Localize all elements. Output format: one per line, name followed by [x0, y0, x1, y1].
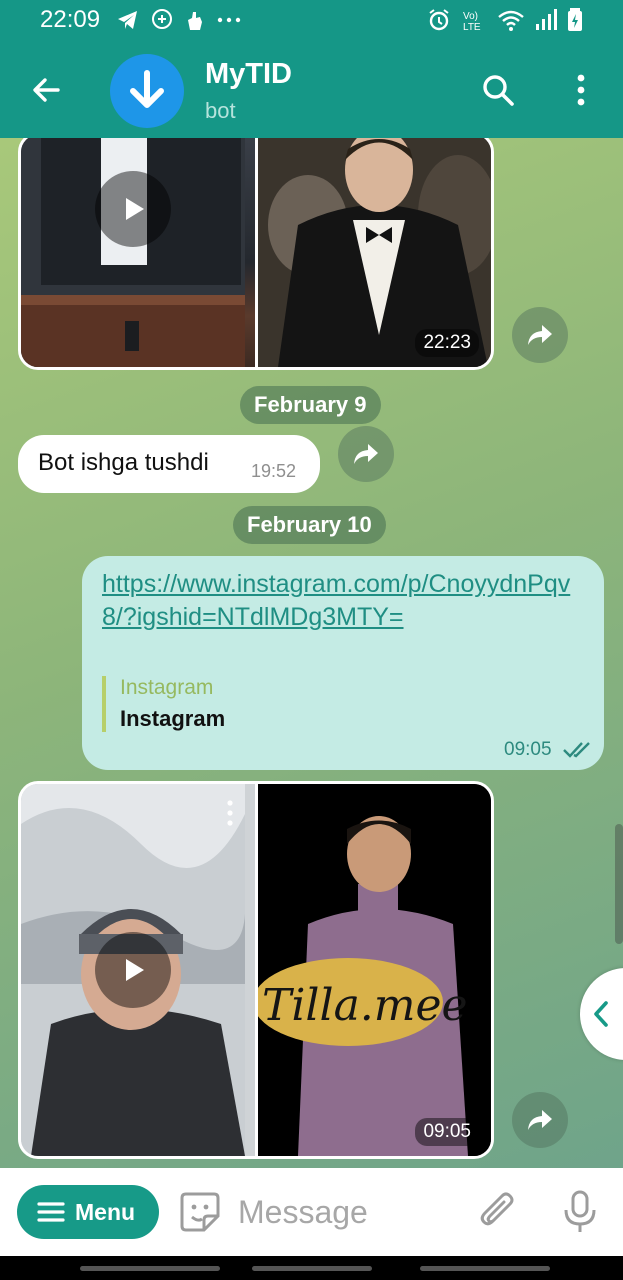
- forward-icon: [528, 1110, 552, 1130]
- chevron-left-icon: [594, 1001, 608, 1027]
- attach-icon[interactable]: [478, 1192, 518, 1237]
- more-vertical-icon[interactable]: [223, 798, 237, 828]
- media-time: 22:23: [415, 329, 479, 357]
- download-arrow-icon: [130, 70, 164, 108]
- forward-button[interactable]: [338, 426, 394, 482]
- status-time: 22:09: [40, 6, 101, 33]
- message-text: Bot ishga tushdi: [38, 449, 209, 476]
- svg-text:LTE: LTE: [463, 22, 481, 32]
- status-bar: 22:09 Vo) LTE: [0, 0, 623, 44]
- play-button[interactable]: [95, 171, 171, 247]
- message-time: 19:52: [251, 461, 297, 481]
- hamburger-icon: [37, 1202, 65, 1222]
- back-arrow-icon[interactable]: [28, 72, 64, 113]
- volte-icon: Vo)LTE: [463, 11, 481, 32]
- svg-text:Vo): Vo): [463, 11, 478, 22]
- chat-header: MyTID bot: [0, 44, 623, 138]
- forward-button[interactable]: [512, 307, 568, 363]
- play-icon: [126, 959, 144, 981]
- system-navigation-bar: [0, 1256, 623, 1280]
- menu-label: Menu: [75, 1198, 136, 1225]
- wifi-icon: [498, 10, 524, 31]
- chat-plus-icon: [152, 9, 172, 29]
- outgoing-message[interactable]: https://www.instagram.com/p/CnoyydnPqv8/…: [82, 556, 604, 770]
- message-input[interactable]: [238, 1190, 448, 1234]
- video-thumbnail[interactable]: [21, 784, 255, 1156]
- chat-subtitle: bot: [205, 98, 236, 123]
- incoming-message[interactable]: Bot ishga tushdi 19:52: [18, 435, 320, 493]
- forward-icon: [528, 325, 552, 345]
- play-icon: [126, 198, 144, 220]
- side-panel-toggle[interactable]: [580, 968, 623, 1060]
- video-thumbnail[interactable]: [21, 138, 255, 367]
- microphone-icon[interactable]: [562, 1190, 598, 1239]
- avatar[interactable]: [110, 54, 184, 128]
- nav-home[interactable]: [252, 1266, 372, 1271]
- media-album[interactable]: Tilla.mee 09:05: [18, 781, 494, 1159]
- media-time: 09:05: [415, 1118, 479, 1146]
- nav-back[interactable]: [420, 1266, 550, 1271]
- more-vertical-icon[interactable]: [566, 70, 596, 115]
- scrollbar[interactable]: [615, 824, 623, 944]
- battery-icon: [568, 8, 582, 31]
- hand-icon: [188, 12, 202, 30]
- sign-text: Tilla.mee: [262, 980, 468, 1031]
- date-separator: February 10: [233, 506, 386, 544]
- sticker-icon[interactable]: [178, 1190, 222, 1239]
- double-check-icon: [563, 742, 590, 758]
- play-button[interactable]: [95, 932, 171, 1008]
- signal-icon: [536, 9, 557, 30]
- more-dots-icon: [217, 17, 241, 23]
- telegram-icon: [118, 11, 137, 29]
- nav-recents[interactable]: [80, 1266, 220, 1271]
- link-preview[interactable]: Instagram Instagram: [102, 676, 225, 732]
- alarm-icon: [429, 9, 449, 31]
- photo-thumbnail[interactable]: 22:23: [257, 138, 491, 367]
- link-preview-title: Instagram: [120, 706, 226, 731]
- message-input-bar: Menu: [0, 1168, 623, 1256]
- message-link[interactable]: https://www.instagram.com/p/CnoyydnPqv8/…: [102, 568, 592, 634]
- chat-title[interactable]: MyTID: [205, 58, 292, 91]
- chat-area[interactable]: 22:23 February 9 Bot ishga tushdi 19:52 …: [0, 138, 623, 1168]
- link-preview-site: Instagram: [120, 676, 214, 699]
- search-icon[interactable]: [480, 72, 516, 113]
- photo-man-sign-image: Tilla.mee: [257, 784, 491, 1156]
- media-album[interactable]: 22:23: [18, 138, 494, 370]
- message-time: 09:05: [504, 739, 552, 760]
- date-separator: February 9: [240, 386, 381, 424]
- menu-button[interactable]: Menu: [17, 1185, 159, 1239]
- forward-icon: [354, 444, 378, 464]
- forward-button[interactable]: [512, 1092, 568, 1148]
- photo-thumbnail[interactable]: Tilla.mee 09:05: [257, 784, 491, 1156]
